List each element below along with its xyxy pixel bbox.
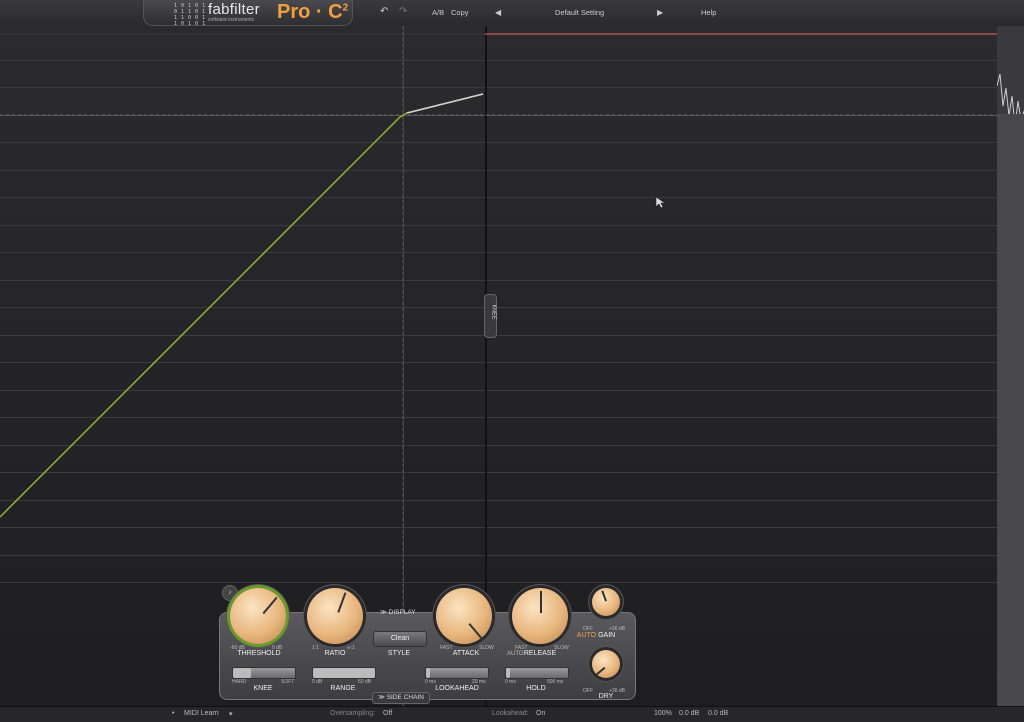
- lookahead-status-label: Lookahead:: [492, 710, 529, 717]
- lookahead-status-value[interactable]: On: [536, 710, 545, 717]
- threshold-knob[interactable]: [230, 588, 286, 644]
- input-level[interactable]: 0.0 dB: [679, 710, 699, 717]
- dry-label: DRY: [598, 693, 614, 700]
- style-select[interactable]: Clean: [373, 631, 427, 647]
- range-label: RANGE: [330, 685, 356, 692]
- midi-dropdown-icon[interactable]: ▾: [229, 710, 233, 718]
- midi-learn-button[interactable]: MIDI Learn: [184, 710, 219, 717]
- lookahead-label: LOOKAHEAD: [435, 685, 479, 692]
- auto-gain-toggle[interactable]: AUTO GAIN: [573, 632, 619, 639]
- lookahead-slider[interactable]: [425, 667, 489, 679]
- status-bar: • MIDI Learn ▾ Oversampling: Off Lookahe…: [0, 706, 1024, 722]
- midi-indicator-icon: •: [172, 710, 175, 717]
- output-level-meter: [996, 26, 1024, 706]
- mouse-cursor-icon: [655, 196, 666, 209]
- hold-label: HOLD: [526, 685, 546, 692]
- release-label: RELEASE: [523, 650, 557, 657]
- range-slider[interactable]: [312, 667, 376, 679]
- gain-knob[interactable]: [592, 588, 620, 616]
- ratio-knob[interactable]: [307, 588, 363, 644]
- dry-knob[interactable]: [592, 650, 620, 678]
- threshold-label: THRESHOLD: [237, 650, 281, 657]
- knee-label: KNEE: [253, 685, 273, 692]
- attack-knob[interactable]: [436, 588, 492, 644]
- knee-display-tab[interactable]: KNEE: [484, 294, 497, 338]
- hold-slider[interactable]: [505, 667, 569, 679]
- oversampling-value[interactable]: Off: [383, 710, 392, 717]
- attack-label: ATTACK: [452, 650, 480, 657]
- knee-slider[interactable]: [232, 667, 296, 679]
- ratio-label: RATIO: [324, 650, 346, 657]
- side-chain-toggle[interactable]: ≫ SIDE CHAIN: [372, 692, 430, 704]
- zoom-level[interactable]: 100%: [654, 710, 672, 717]
- release-knob[interactable]: [512, 588, 568, 644]
- oversampling-label: Oversampling:: [330, 710, 376, 717]
- display-toggle[interactable]: ≫ DISPLAY: [380, 608, 416, 616]
- output-level[interactable]: 0.0 dB: [708, 710, 728, 717]
- style-label: STYLE: [387, 650, 411, 657]
